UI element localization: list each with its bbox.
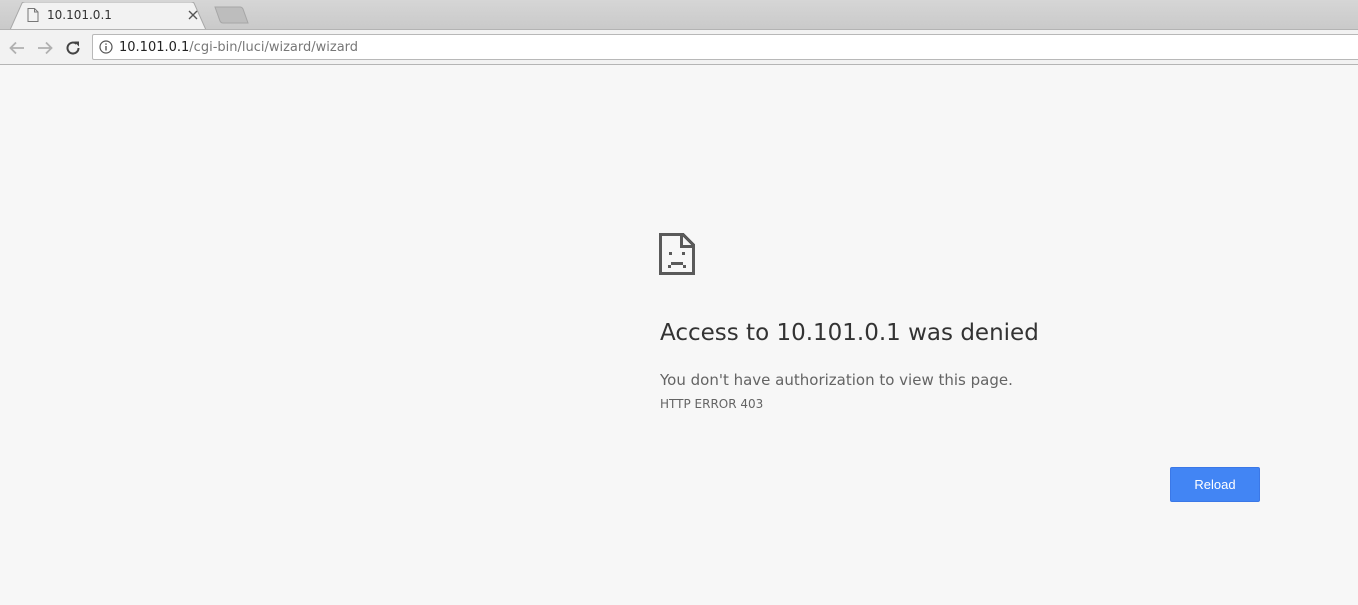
page-icon bbox=[27, 8, 39, 22]
info-icon[interactable] bbox=[99, 40, 113, 54]
arrow-right-icon[interactable] bbox=[36, 39, 54, 57]
tab-active[interactable]: 10.101.0.1 bbox=[10, 2, 206, 30]
error-code: HTTP ERROR 403 bbox=[660, 397, 764, 411]
address-bar[interactable]: 10.101.0.1/cgi-bin/luci/wizard/wizard bbox=[92, 34, 1358, 60]
url-text[interactable]: 10.101.0.1/cgi-bin/luci/wizard/wizard bbox=[119, 40, 358, 55]
error-message: You don't have authorization to view thi… bbox=[660, 371, 1013, 389]
arrow-left-icon[interactable] bbox=[8, 39, 26, 57]
error-page: Access to 10.101.0.1 was denied You don'… bbox=[0, 66, 1358, 605]
url-path: /cgi-bin/luci/wizard/wizard bbox=[189, 40, 359, 55]
sad-page-icon bbox=[659, 233, 695, 275]
tab-title: 10.101.0.1 bbox=[47, 8, 112, 22]
tab-strip: 10.101.0.1 bbox=[0, 0, 1358, 30]
new-tab-button[interactable] bbox=[214, 6, 250, 24]
url-host: 10.101.0.1 bbox=[119, 40, 190, 55]
browser-toolbar: 10.101.0.1/cgi-bin/luci/wizard/wizard bbox=[0, 29, 1358, 65]
reload-icon[interactable] bbox=[64, 39, 82, 57]
error-heading: Access to 10.101.0.1 was denied bbox=[660, 320, 1039, 346]
reload-button[interactable]: Reload bbox=[1170, 467, 1260, 502]
close-icon[interactable] bbox=[186, 8, 200, 22]
